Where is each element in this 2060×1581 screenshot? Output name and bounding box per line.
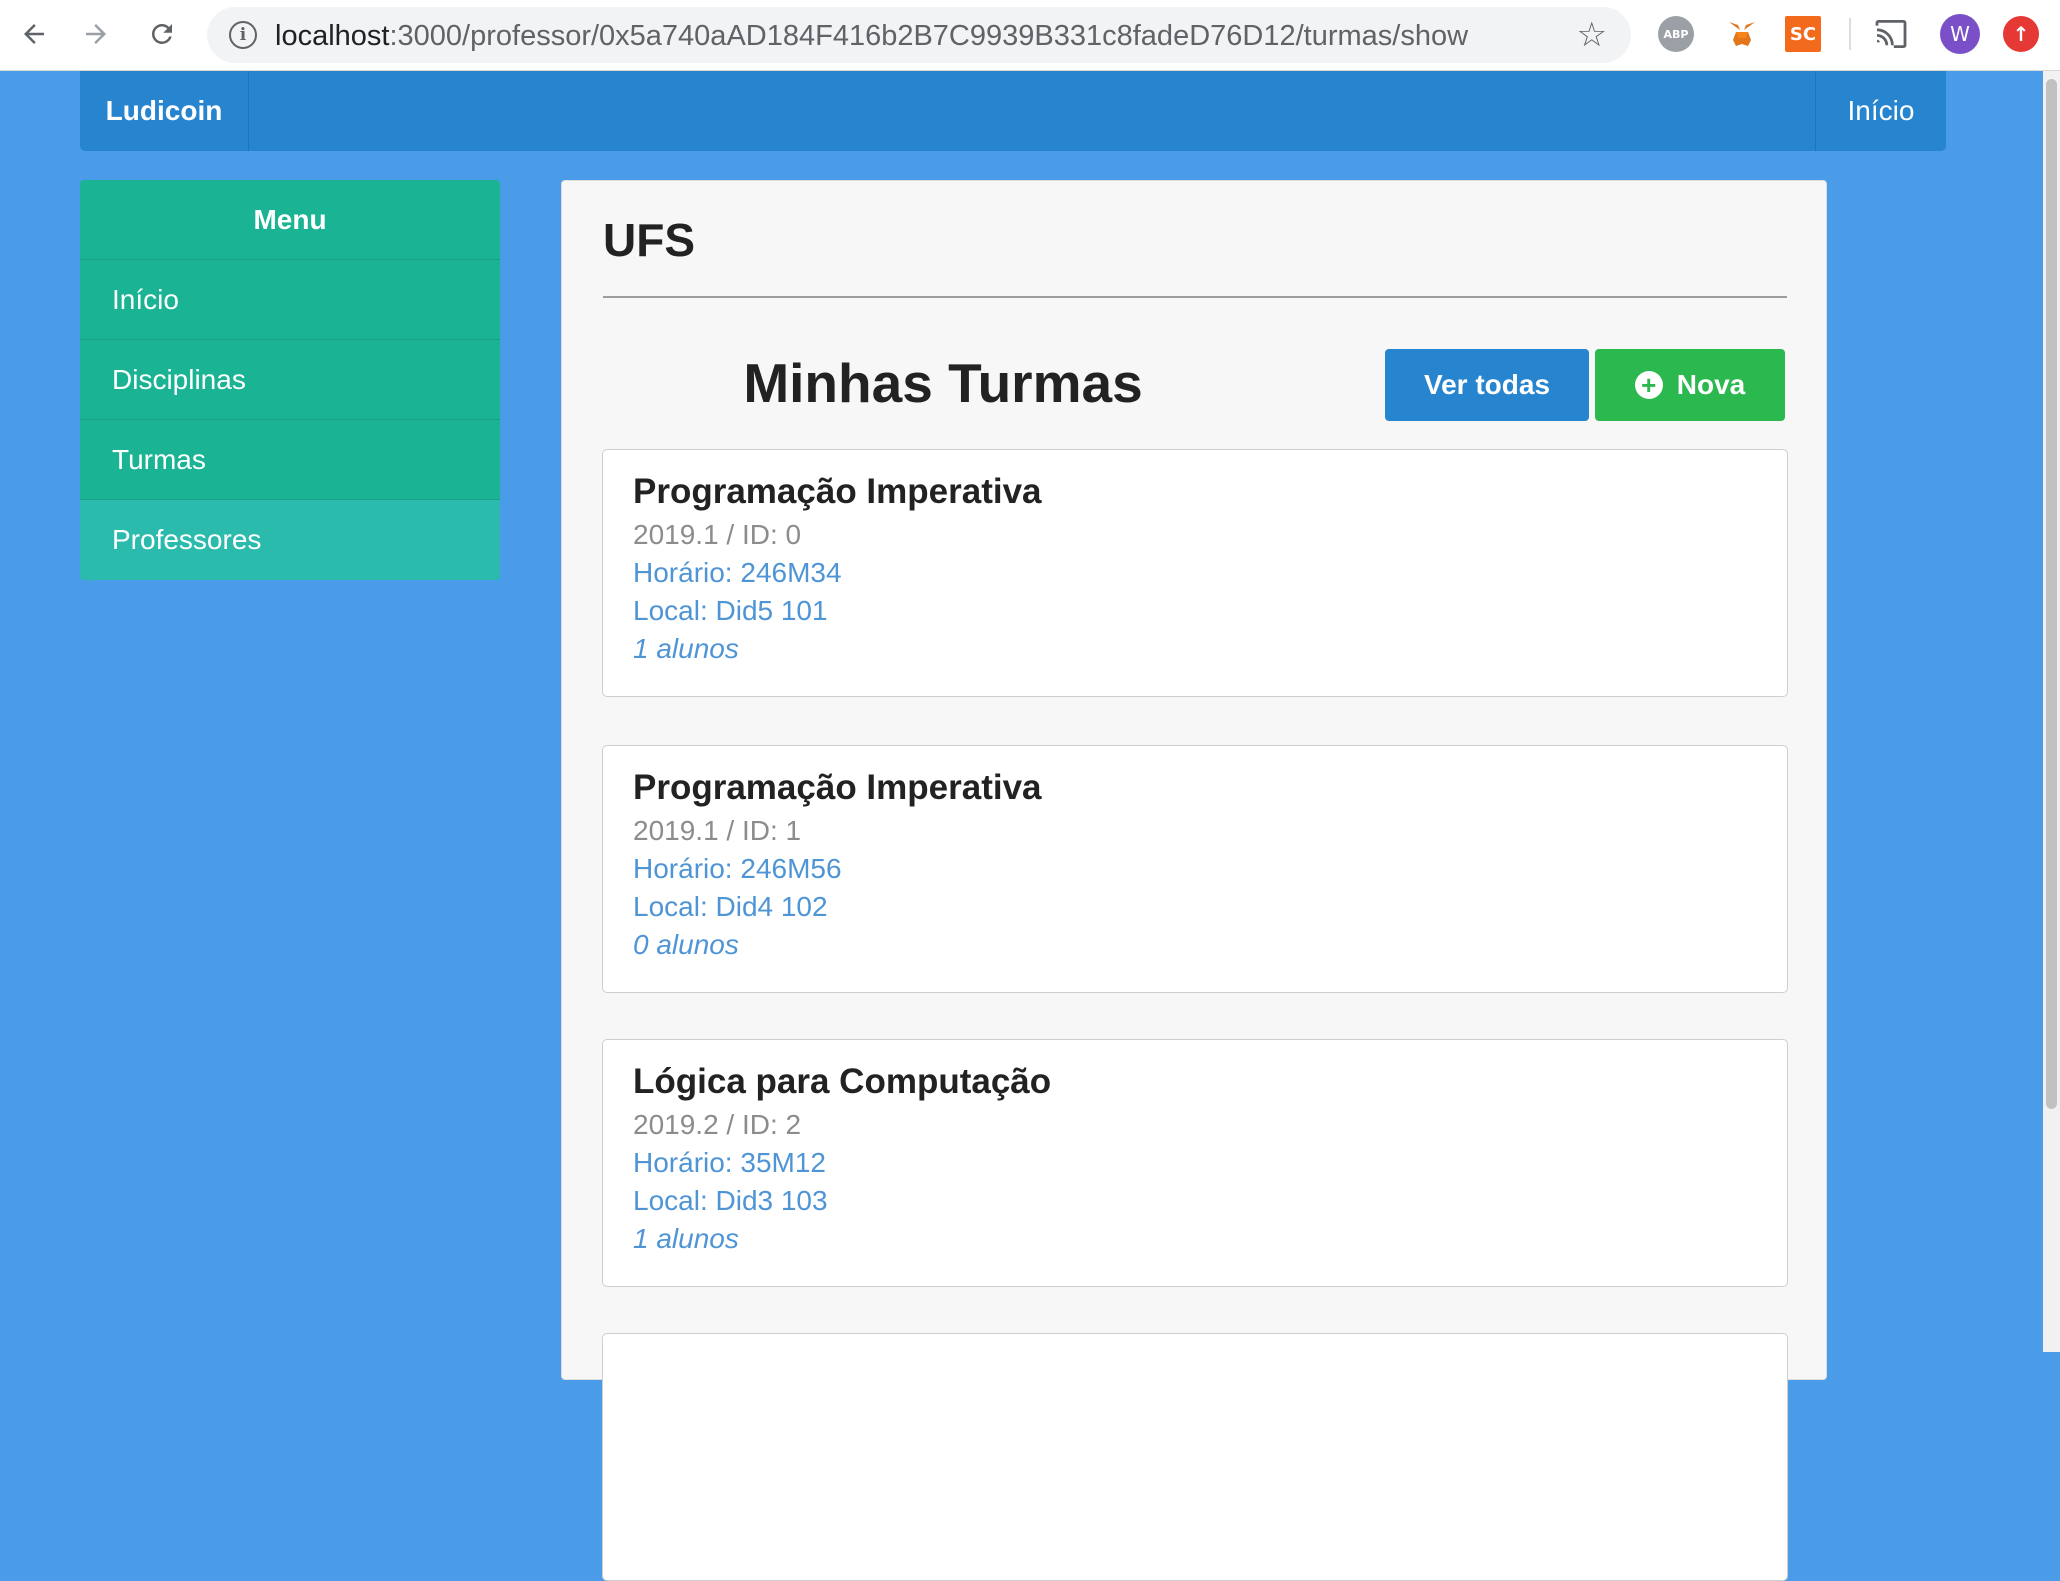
arrow-left-icon	[24, 24, 44, 44]
class-card[interactable]: Programação Imperativa 2019.1 / ID: 1 Ho…	[602, 745, 1788, 993]
metamask-fox-icon[interactable]	[1724, 16, 1760, 52]
url-text[interactable]: localhost:3000/professor/0x5a740aAD184F4…	[275, 20, 1468, 53]
sidebar-header: Menu	[80, 180, 500, 260]
toolbar-divider	[1849, 18, 1851, 50]
class-name: Programação Imperativa	[633, 472, 1042, 511]
section-title: Minhas Turmas	[743, 352, 1143, 414]
class-student-count: 1 alunos	[633, 633, 739, 664]
class-card[interactable]: Lógica para Computação 2019.2 / ID: 2 Ho…	[602, 1039, 1788, 1287]
top-navbar: Ludicoin Início	[80, 71, 1946, 151]
class-card[interactable]: Programação Imperativa 2019.1 / ID: 0 Ho…	[602, 449, 1788, 697]
class-student-count: 0 alunos	[633, 929, 739, 960]
class-name: Programação Imperativa	[633, 768, 1042, 807]
class-student-count: 1 alunos	[633, 1223, 739, 1254]
sidebar-menu: Menu Início Disciplinas Turmas Professor…	[80, 180, 500, 580]
navbar-home-link[interactable]: Início	[1815, 71, 1946, 151]
arrow-right-icon	[86, 24, 106, 44]
brand-link[interactable]: Ludicoin	[80, 71, 249, 151]
browser-toolbar: i localhost:3000/professor/0x5a740aAD184…	[0, 0, 2060, 71]
page-content: Ludicoin Início Menu Início Disciplinas …	[0, 71, 2043, 1581]
forward-button[interactable]	[72, 10, 120, 58]
profile-avatar[interactable]: W	[1940, 14, 1980, 54]
site-info-icon[interactable]: i	[229, 21, 257, 49]
fox-icon	[1729, 22, 1755, 46]
new-class-button[interactable]: + Nova	[1595, 349, 1785, 421]
class-schedule: Horário: 246M56	[633, 853, 842, 884]
new-class-label: Nova	[1676, 369, 1746, 400]
scrollbar-thumb[interactable]	[2046, 79, 2057, 1109]
back-button[interactable]	[10, 10, 58, 58]
page-scrollbar[interactable]	[2043, 71, 2060, 1352]
main-panel: UFS Minhas Turmas Ver todas + Nova Progr…	[561, 180, 1827, 1581]
class-meta: 2019.1 / ID: 0	[633, 519, 802, 550]
url-host: localhost	[275, 20, 390, 52]
bookmark-star-icon[interactable]: ☆	[1577, 15, 1607, 55]
view-all-button[interactable]: Ver todas	[1385, 349, 1589, 421]
reload-icon	[151, 23, 172, 44]
sidebar-item-inicio[interactable]: Início	[80, 260, 500, 340]
page-title: UFS	[603, 214, 695, 266]
class-schedule: Horário: 35M12	[633, 1147, 826, 1178]
adblock-extension-icon[interactable]: ABP	[1658, 16, 1694, 52]
class-card[interactable]	[602, 1333, 1788, 1581]
title-divider	[603, 296, 1787, 298]
sidebar-item-turmas[interactable]: Turmas	[80, 420, 500, 500]
sidebar-item-disciplinas[interactable]: Disciplinas	[80, 340, 500, 420]
class-meta: 2019.1 / ID: 1	[633, 815, 802, 846]
class-meta: 2019.2 / ID: 2	[633, 1109, 802, 1140]
cast-icon[interactable]	[1873, 16, 1909, 52]
class-location: Local: Did4 102	[633, 891, 828, 922]
sidebar-item-professores[interactable]: Professores	[80, 500, 500, 580]
class-location: Local: Did5 101	[633, 595, 828, 626]
class-location: Local: Did3 103	[633, 1185, 828, 1216]
class-schedule: Horário: 246M34	[633, 557, 842, 588]
plus-circle-icon: +	[1634, 371, 1663, 399]
url-path: :3000/professor/0x5a740aAD184F416b2B7C99…	[389, 20, 1469, 52]
sc-extension-icon[interactable]: SC	[1785, 16, 1821, 52]
address-bar[interactable]: i localhost:3000/professor/0x5a740aAD184…	[207, 7, 1631, 63]
update-icon[interactable]: ↑	[2003, 16, 2039, 52]
class-name: Lógica para Computação	[633, 1062, 1052, 1101]
cast-glyph	[1875, 20, 1907, 48]
reload-button[interactable]	[138, 10, 186, 58]
